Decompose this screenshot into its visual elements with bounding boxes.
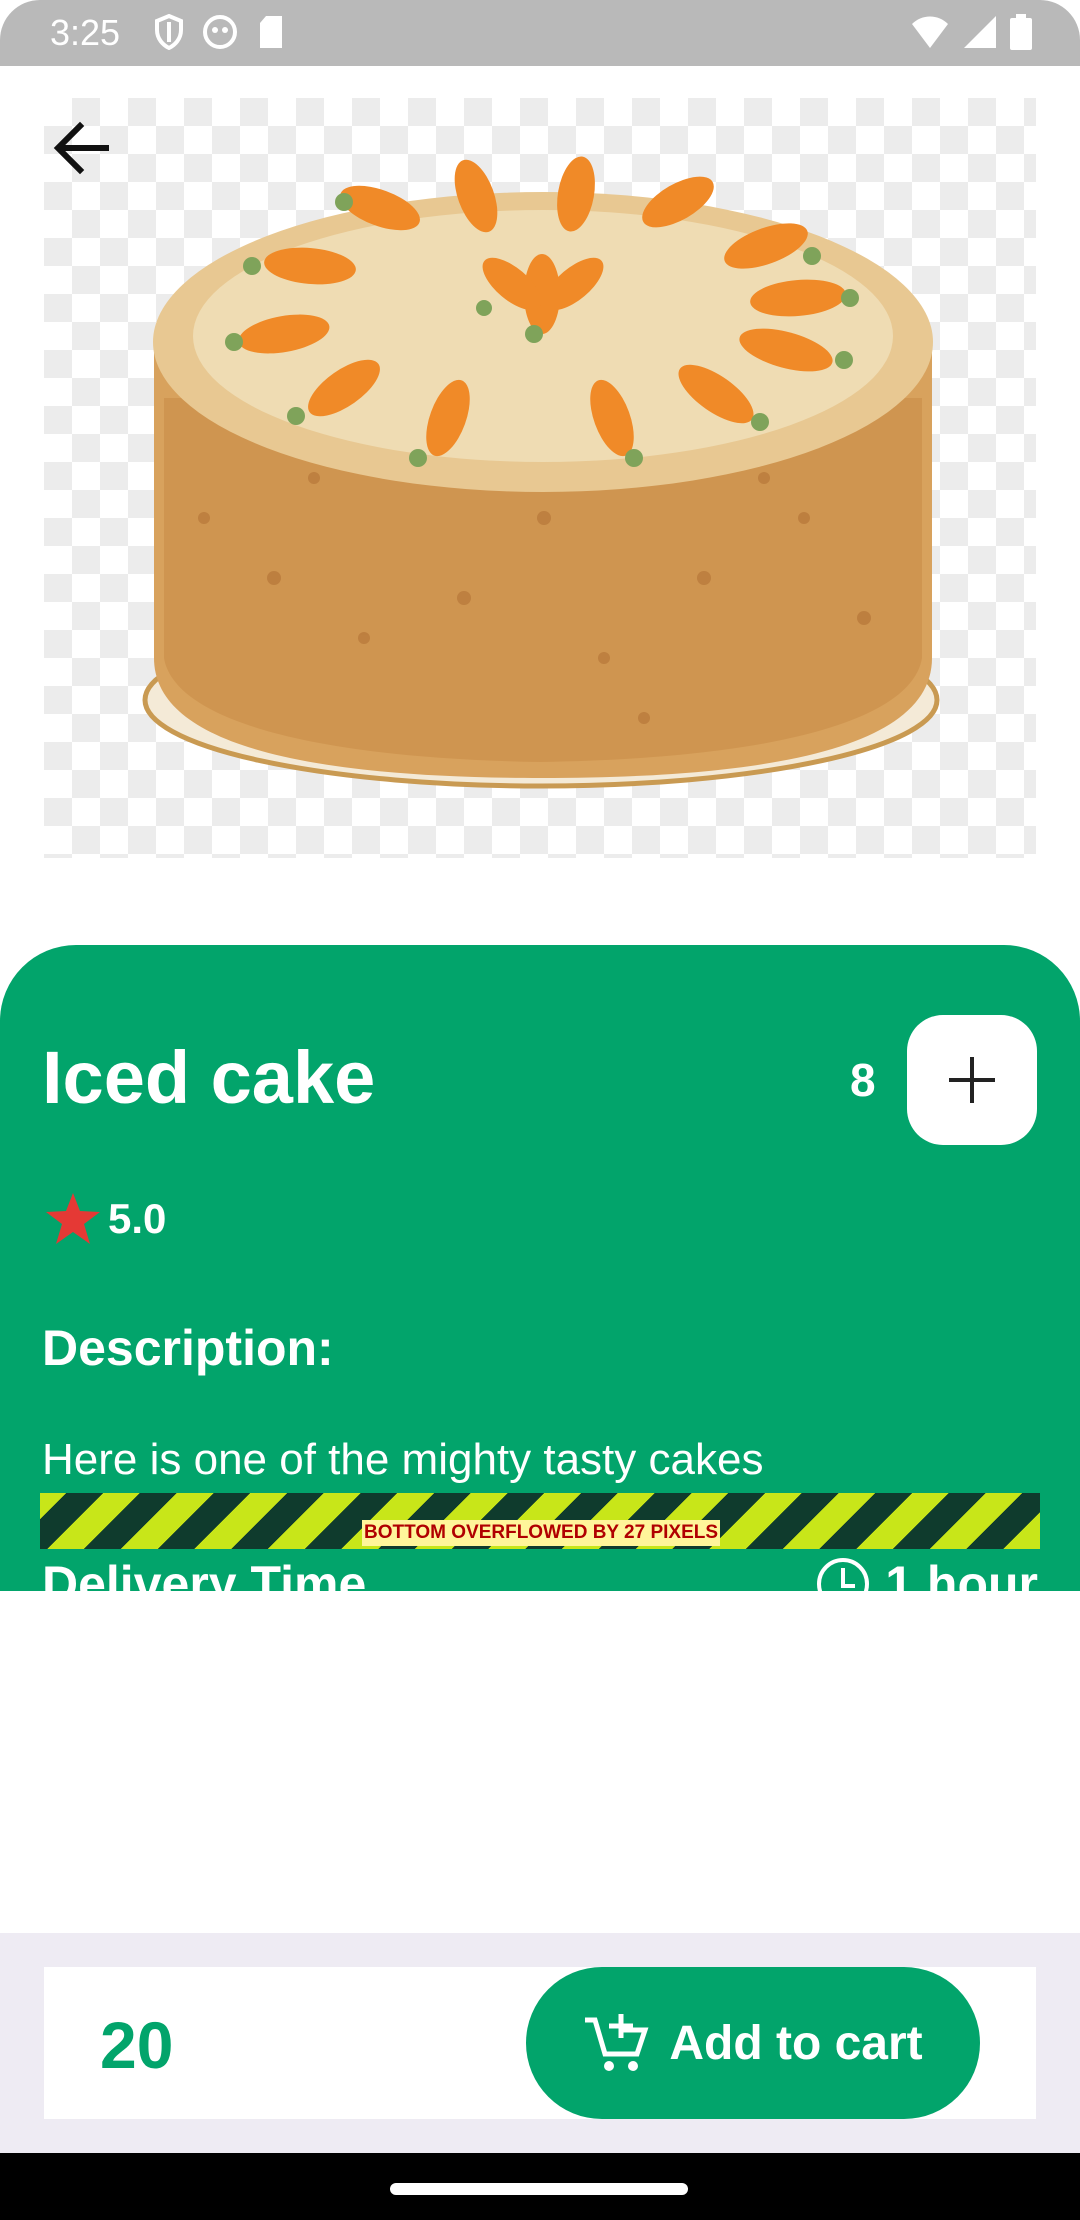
price-value: 20 [100, 2008, 174, 2082]
status-time: 3:25 [50, 12, 121, 53]
signal-icon [964, 16, 996, 48]
star-icon [46, 1193, 100, 1244]
add-quantity-button[interactable] [907, 1015, 1037, 1145]
back-arrow-icon[interactable] [46, 112, 118, 184]
product-image [44, 98, 1036, 858]
status-icons-right [910, 14, 1032, 50]
add-to-cart-button[interactable]: Add to cart [526, 1967, 980, 2119]
checkout-bar: 20 Add to cart [0, 1933, 1080, 2153]
add-to-cart-label: Add to cart [669, 2016, 923, 2070]
delivery-time-text: 1 hour [885, 1556, 1038, 1591]
overflow-warning-stripe: BOTTOM OVERFLOWED BY 27 PIXELS [40, 1493, 1040, 1549]
quantity-count: 8 [850, 1054, 876, 1106]
status-icons-left [154, 14, 286, 50]
battery-icon [1010, 14, 1032, 50]
delivery-time-label: Delivery Time [42, 1556, 367, 1591]
clock-icon [817, 1558, 870, 1591]
status-bar: 3:25 [0, 0, 1080, 66]
carrot-cake-image [142, 156, 940, 789]
shield-icon [155, 14, 183, 50]
cart-add-icon [585, 2014, 649, 2071]
face-icon [203, 15, 237, 49]
plus-icon [949, 1057, 995, 1103]
product-details-sheet: Iced cake 8 5.0 Description: Here is one… [0, 945, 1080, 1591]
price-card: 20 Add to cart [44, 1967, 1036, 2119]
description-text: Here is one of the mighty tasty cakes [42, 1435, 764, 1484]
rating: 5.0 [44, 1191, 166, 1247]
delivery-time-value: 1 hour [815, 1555, 1038, 1591]
product-title: Iced cake [42, 1036, 376, 1119]
home-gesture-handle[interactable] [390, 2183, 688, 2195]
sd-card-icon [260, 16, 282, 48]
system-navigation-bar [0, 2153, 1080, 2220]
overflow-warning-text: BOTTOM OVERFLOWED BY 27 PIXELS [362, 1520, 721, 1546]
rating-value: 5.0 [108, 1195, 167, 1242]
wifi-icon [912, 16, 948, 48]
description-heading: Description: [42, 1320, 334, 1376]
